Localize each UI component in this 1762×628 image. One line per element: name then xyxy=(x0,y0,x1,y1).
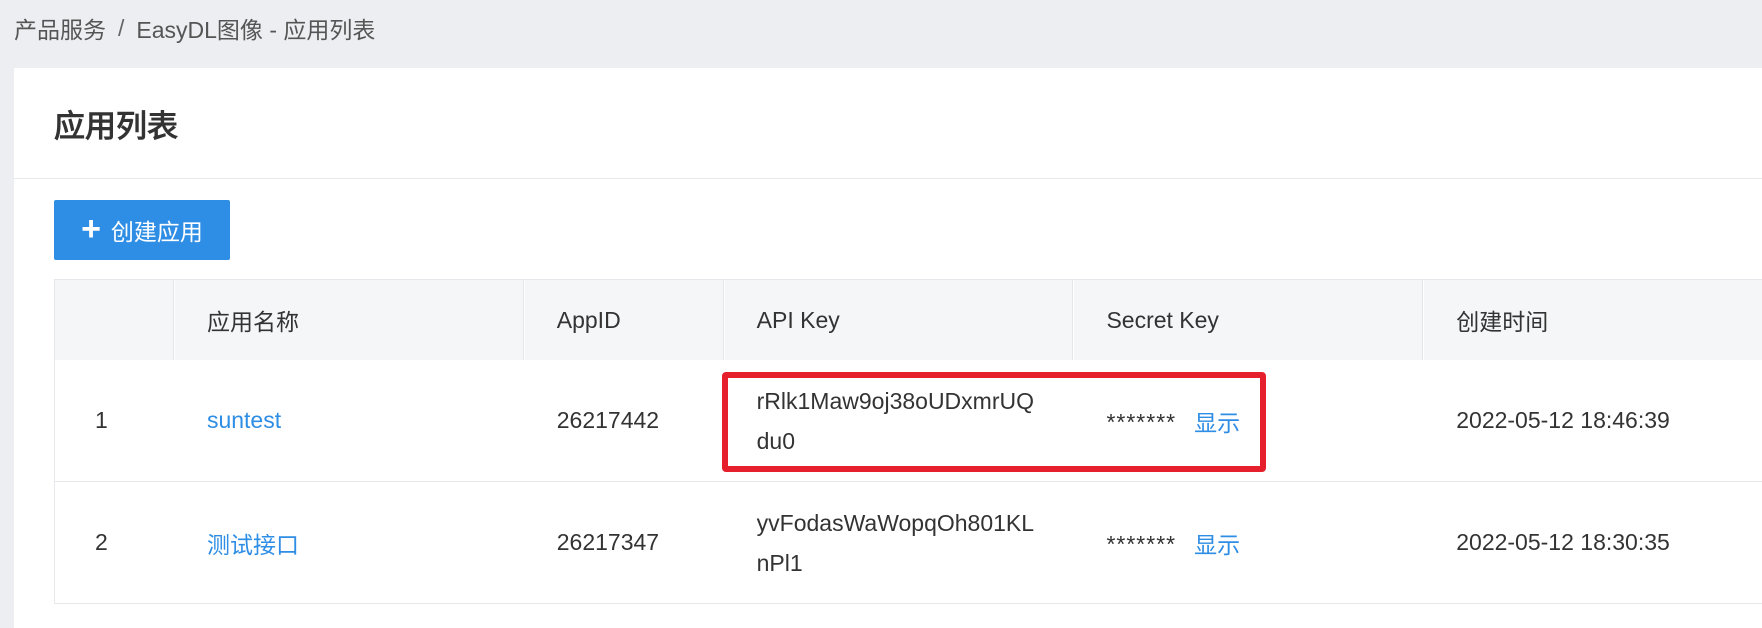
row-index: 2 xyxy=(95,529,108,555)
app-name-link[interactable]: suntest xyxy=(207,407,281,434)
header-api-key: API Key xyxy=(725,280,1075,360)
appid-cell: 26217347 xyxy=(556,529,660,555)
breadcrumb-item-products[interactable]: 产品服务 xyxy=(14,11,106,45)
app-list-card: 应用列表 + 创建应用 应用名称 AppID API Key Secret Ke… xyxy=(14,68,1762,628)
secret-key-cell: ******* 显示 xyxy=(1074,482,1424,603)
api-key-cell: yvFodasWaWopqOh801KLnPl1 xyxy=(725,482,1075,603)
breadcrumb-separator: / xyxy=(118,14,125,41)
header-created-time: 创建时间 xyxy=(1424,280,1762,360)
api-key-value: yvFodasWaWopqOh801KLnPl1 xyxy=(756,509,1035,576)
create-app-label: 创建应用 xyxy=(110,219,203,245)
secret-key-cell: ******* 显示 xyxy=(1074,360,1424,481)
breadcrumb: 产品服务 / EasyDL图像 - 应用列表 xyxy=(14,10,375,46)
header-appid: AppID xyxy=(525,280,725,360)
show-secret-link[interactable]: 显示 xyxy=(1194,404,1240,438)
app-table: 应用名称 AppID API Key Secret Key 创建时间 1 sun… xyxy=(54,279,1762,604)
created-time-cell: 2022-05-12 18:30:35 xyxy=(1456,529,1670,555)
breadcrumb-item-current: EasyDL图像 - 应用列表 xyxy=(136,17,376,43)
header-app-name: 应用名称 xyxy=(175,280,525,360)
api-key-cell: rRlk1Maw9oj38oUDxmrUQdu0 xyxy=(725,360,1075,481)
page-title: 应用列表 xyxy=(54,108,178,144)
header-secret-key: Secret Key xyxy=(1074,280,1425,360)
create-app-button[interactable]: + 创建应用 xyxy=(54,200,230,260)
show-secret-link[interactable]: 显示 xyxy=(1194,526,1240,560)
app-name-cell: suntest xyxy=(175,360,525,481)
table-row: 2 测试接口 26217347 yvFodasWaWopqOh801KLnPl1… xyxy=(55,482,1762,604)
app-name-link[interactable]: 测试接口 xyxy=(207,526,299,560)
app-name-cell: 测试接口 xyxy=(175,482,525,603)
card-header: 应用列表 xyxy=(14,68,1762,179)
plus-icon: + xyxy=(81,209,101,248)
created-time-cell: 2022-05-12 18:46:39 xyxy=(1456,407,1670,433)
secret-key-masked: ******* xyxy=(1106,409,1177,435)
secret-key-masked: ******* xyxy=(1106,531,1177,557)
appid-cell: 26217442 xyxy=(556,407,660,433)
row-index: 1 xyxy=(95,407,108,433)
table-row: 1 suntest 26217442 rRlk1Maw9oj38oUDxmrUQ… xyxy=(55,360,1762,482)
api-key-value: rRlk1Maw9oj38oUDxmrUQdu0 xyxy=(756,387,1034,454)
header-index xyxy=(55,280,175,360)
table-header-row: 应用名称 AppID API Key Secret Key 创建时间 xyxy=(55,279,1762,360)
